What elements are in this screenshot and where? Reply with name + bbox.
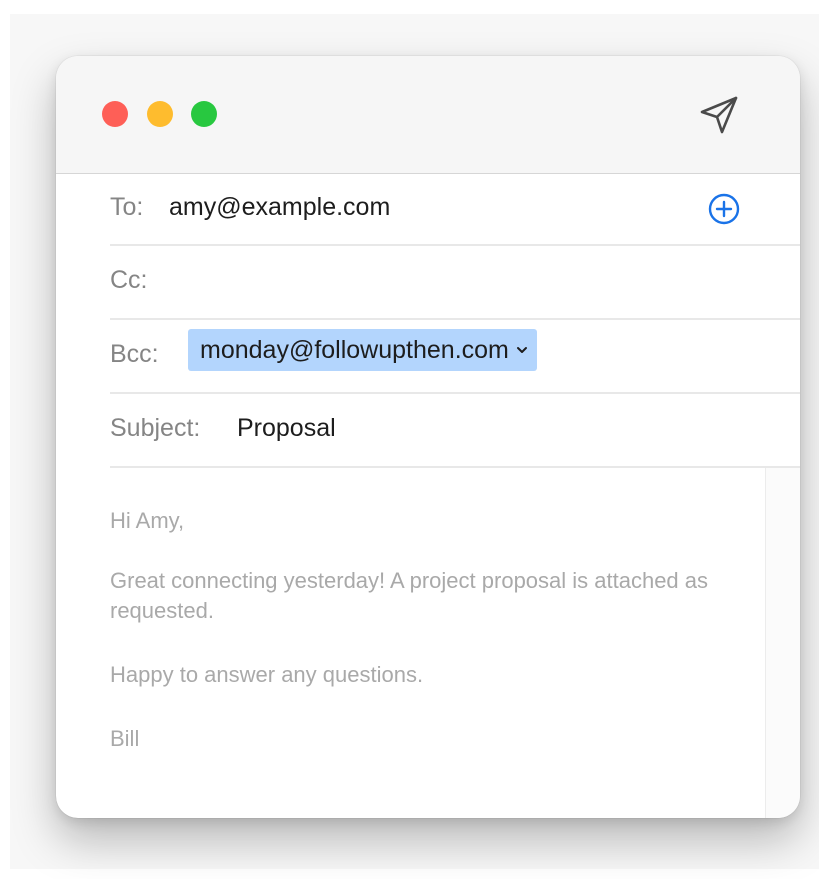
plus-circle-icon (708, 193, 740, 225)
subject-field-row[interactable]: Subject: Proposal (110, 394, 800, 468)
subject-label: Subject: (110, 414, 201, 442)
close-window-button[interactable] (102, 101, 128, 127)
chevron-down-icon[interactable] (515, 343, 529, 357)
title-bar (56, 56, 800, 174)
message-paragraph: Happy to answer any questions. (110, 662, 424, 687)
zoom-window-button[interactable] (191, 101, 217, 127)
paper-plane-icon (700, 96, 738, 134)
message-signature: Bill (110, 726, 140, 751)
compose-window: To: amy@example.com Cc: Bcc: monday@foll… (56, 56, 800, 818)
cc-field-row[interactable]: Cc: (110, 246, 800, 320)
subject-input[interactable]: Proposal (237, 414, 336, 443)
send-button[interactable] (696, 92, 742, 138)
bcc-recipient: monday@followupthen.com (200, 335, 509, 364)
to-label: To: (110, 193, 144, 221)
message-greeting: Hi Amy, (110, 508, 185, 533)
bcc-field-row[interactable]: Bcc: monday@followupthen.com (110, 320, 800, 394)
bcc-recipient-token[interactable]: monday@followupthen.com (188, 329, 537, 371)
to-field-row[interactable]: To: amy@example.com (110, 174, 800, 246)
message-paragraph: Great connecting yesterday! A project pr… (110, 568, 709, 623)
cc-label: Cc: (110, 266, 148, 294)
to-recipient[interactable]: amy@example.com (169, 193, 390, 222)
add-contact-button[interactable] (707, 192, 741, 226)
minimize-window-button[interactable] (147, 101, 173, 127)
scroll-track (765, 468, 800, 818)
bcc-label: Bcc: (110, 340, 159, 368)
